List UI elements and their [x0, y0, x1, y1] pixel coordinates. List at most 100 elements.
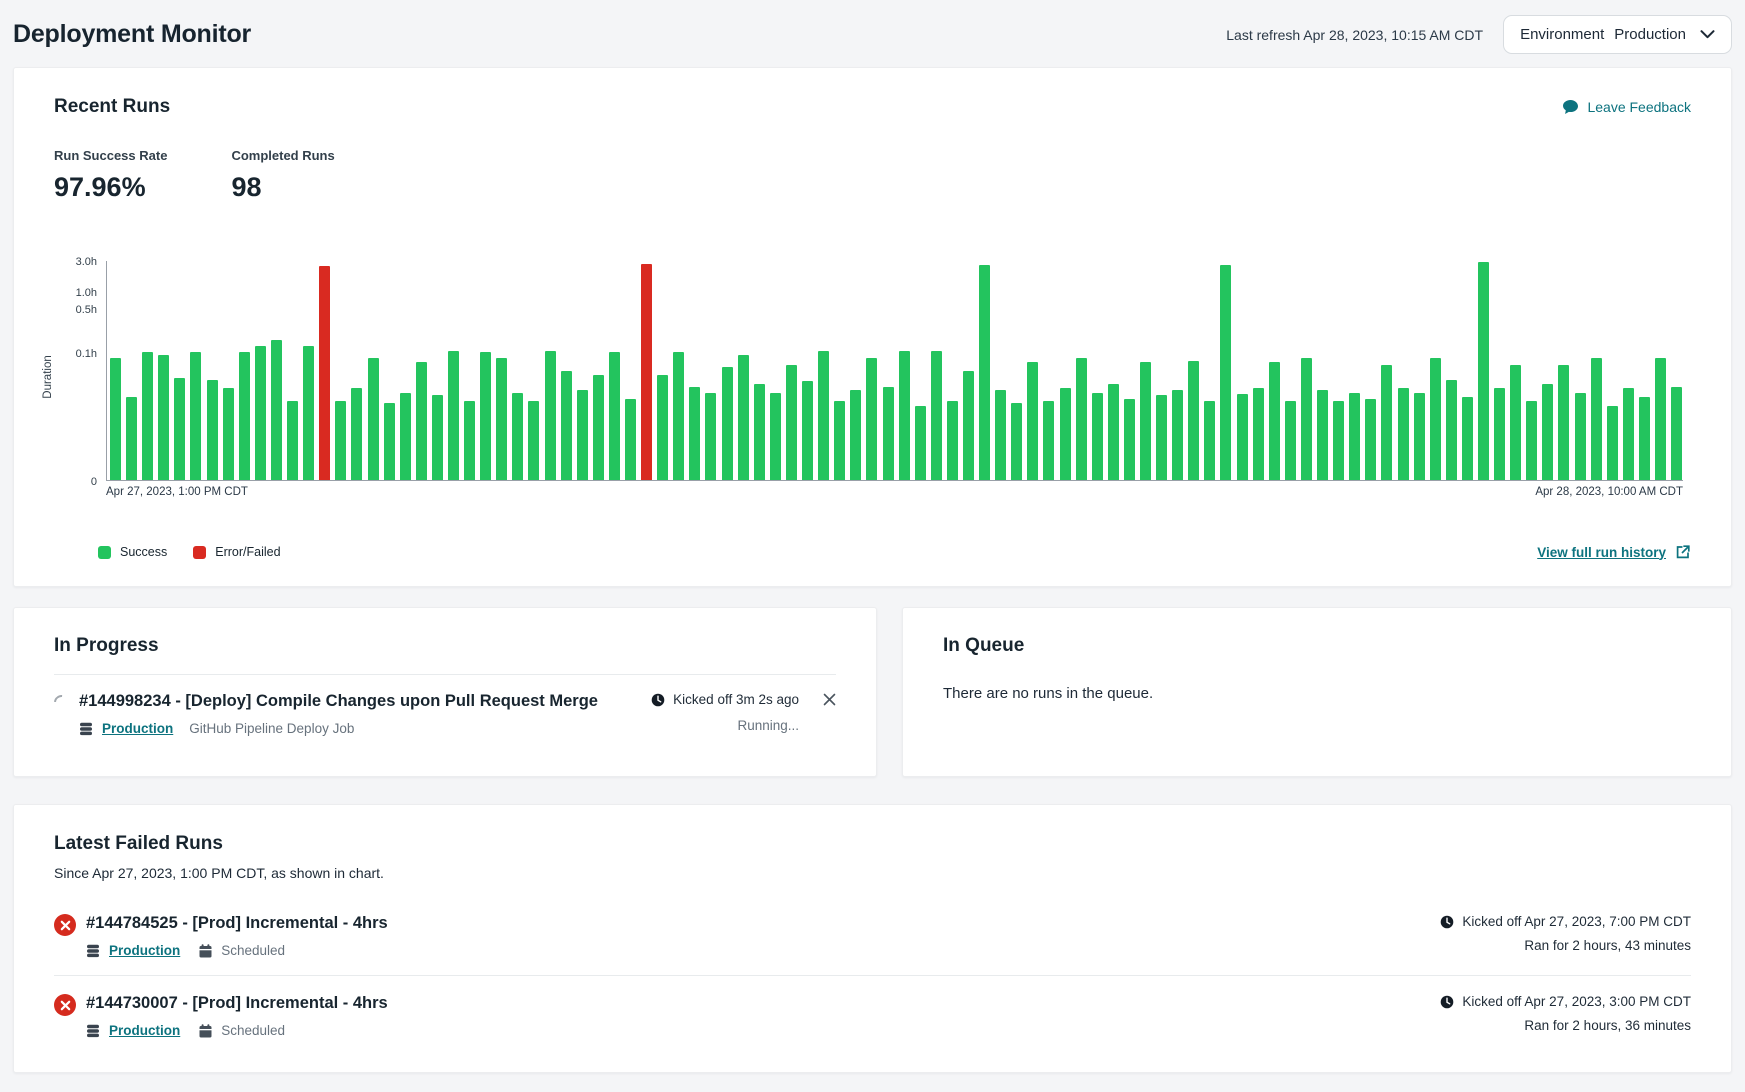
- chart-bar-success[interactable]: [496, 358, 507, 480]
- chart-bar-success[interactable]: [577, 390, 588, 480]
- chart-bar-success[interactable]: [1124, 399, 1135, 480]
- chart-bar-success[interactable]: [400, 393, 411, 480]
- chart-bar-success[interactable]: [609, 352, 620, 480]
- chart-bar-success[interactable]: [223, 388, 234, 480]
- chart-bar-success[interactable]: [1011, 403, 1022, 480]
- chart-bar-success[interactable]: [1220, 265, 1231, 480]
- chart-bar-success[interactable]: [1156, 395, 1167, 480]
- chart-bar-success[interactable]: [1043, 401, 1054, 480]
- chart-bar-success[interactable]: [351, 388, 362, 480]
- chart-bar-success[interactable]: [899, 351, 910, 480]
- chart-bar-success[interactable]: [931, 351, 942, 480]
- chart-bar-success[interactable]: [1172, 390, 1183, 480]
- chart-bar-success[interactable]: [1060, 388, 1071, 480]
- chart-bar-success[interactable]: [1285, 401, 1296, 480]
- chart-bar-success[interactable]: [657, 375, 668, 480]
- chart-bar-success[interactable]: [110, 358, 121, 480]
- chart-bar-success[interactable]: [1510, 365, 1521, 480]
- chart-bar-success[interactable]: [448, 351, 459, 480]
- chart-bar-success[interactable]: [593, 375, 604, 480]
- chart-bar-success[interactable]: [1607, 406, 1618, 480]
- chart-bar-success[interactable]: [1076, 358, 1087, 480]
- chart-bar-success[interactable]: [1237, 394, 1248, 480]
- chart-bar-success[interactable]: [850, 390, 861, 480]
- chart-bar-success[interactable]: [335, 401, 346, 480]
- chart-bar-success[interactable]: [883, 387, 894, 480]
- chart-bar-success[interactable]: [1317, 390, 1328, 480]
- chart-bar-success[interactable]: [126, 397, 137, 480]
- chart-bar-success[interactable]: [384, 403, 395, 480]
- chart-bar-success[interactable]: [738, 355, 749, 480]
- chart-bar-success[interactable]: [1542, 384, 1553, 480]
- environment-dropdown[interactable]: Environment Production: [1503, 15, 1732, 54]
- environment-link[interactable]: Production: [109, 943, 180, 958]
- chart-bar-success[interactable]: [947, 401, 958, 480]
- chart-bar-success[interactable]: [1140, 362, 1151, 480]
- leave-feedback-link[interactable]: Leave Feedback: [1562, 99, 1691, 115]
- chart-bar-success[interactable]: [915, 406, 926, 480]
- chart-bar-success[interactable]: [545, 351, 556, 480]
- chart-bar-success[interactable]: [1671, 387, 1682, 480]
- chart-bar-success[interactable]: [1333, 401, 1344, 480]
- chart-bar-success[interactable]: [786, 365, 797, 480]
- close-icon[interactable]: [823, 693, 836, 706]
- chart-bar-success[interactable]: [1575, 393, 1586, 480]
- chart-bar-success[interactable]: [754, 384, 765, 480]
- chart-bar-success[interactable]: [287, 401, 298, 480]
- chart-bar-success[interactable]: [1446, 380, 1457, 480]
- chart-bar-success[interactable]: [1623, 388, 1634, 480]
- chart-bar-success[interactable]: [142, 352, 153, 480]
- chart-bar-success[interactable]: [1092, 393, 1103, 480]
- chart-bar-success[interactable]: [1204, 401, 1215, 480]
- chart-bar-success[interactable]: [1655, 358, 1666, 480]
- chart-bar-success[interactable]: [416, 362, 427, 480]
- chart-bar-success[interactable]: [1381, 365, 1392, 480]
- chart-bar-success[interactable]: [1430, 358, 1441, 480]
- chart-bar-success[interactable]: [1639, 397, 1650, 480]
- chart-bar-success[interactable]: [1414, 393, 1425, 480]
- chart-bar-success[interactable]: [770, 393, 781, 480]
- chart-bar-success[interactable]: [1398, 388, 1409, 480]
- chart-bar-success[interactable]: [1462, 397, 1473, 480]
- chart-bar-success[interactable]: [190, 352, 201, 480]
- chart-bar-success[interactable]: [1301, 358, 1312, 480]
- environment-link[interactable]: Production: [102, 721, 173, 736]
- chart-bar-success[interactable]: [722, 367, 733, 480]
- chart-bar-success[interactable]: [995, 390, 1006, 480]
- chart-bar-success[interactable]: [561, 371, 572, 480]
- chart-bar-success[interactable]: [1188, 361, 1199, 480]
- chart-bar-success[interactable]: [689, 387, 700, 480]
- chart-bar-success[interactable]: [303, 346, 314, 480]
- chart-bar-success[interactable]: [271, 340, 282, 480]
- chart-bar-success[interactable]: [1253, 388, 1264, 480]
- chart-bar-success[interactable]: [1494, 388, 1505, 480]
- chart-bar-success[interactable]: [625, 399, 636, 480]
- chart-bar-success[interactable]: [432, 395, 443, 480]
- chart-bar-success[interactable]: [1108, 384, 1119, 480]
- chart-bar-success[interactable]: [818, 351, 829, 480]
- chart-bar-success[interactable]: [802, 381, 813, 480]
- chart-bar-success[interactable]: [866, 358, 877, 480]
- chart-bar-success[interactable]: [368, 358, 379, 480]
- chart-bar-failed[interactable]: [319, 266, 330, 480]
- chart-bar-success[interactable]: [255, 346, 266, 480]
- chart-bar-success[interactable]: [1349, 393, 1360, 480]
- chart-bar-success[interactable]: [512, 393, 523, 480]
- chart-bar-success[interactable]: [979, 265, 990, 480]
- chart-bar-success[interactable]: [673, 352, 684, 480]
- chart-bar-success[interactable]: [480, 352, 491, 480]
- chart-bar-success[interactable]: [158, 355, 169, 480]
- chart-bar-success[interactable]: [1365, 399, 1376, 480]
- chart-bar-success[interactable]: [464, 401, 475, 480]
- chart-bar-success[interactable]: [207, 380, 218, 480]
- chart-bar-success[interactable]: [528, 401, 539, 480]
- chart-bar-success[interactable]: [1478, 262, 1489, 480]
- chart-bar-success[interactable]: [1526, 401, 1537, 480]
- chart-bar-success[interactable]: [1558, 365, 1569, 480]
- view-full-run-history-link[interactable]: View full run history: [1537, 544, 1691, 560]
- chart-bar-success[interactable]: [174, 378, 185, 480]
- chart-bar-success[interactable]: [1027, 362, 1038, 480]
- chart-bar-failed[interactable]: [641, 264, 652, 480]
- chart-bar-success[interactable]: [1269, 362, 1280, 480]
- chart-bar-success[interactable]: [1591, 358, 1602, 480]
